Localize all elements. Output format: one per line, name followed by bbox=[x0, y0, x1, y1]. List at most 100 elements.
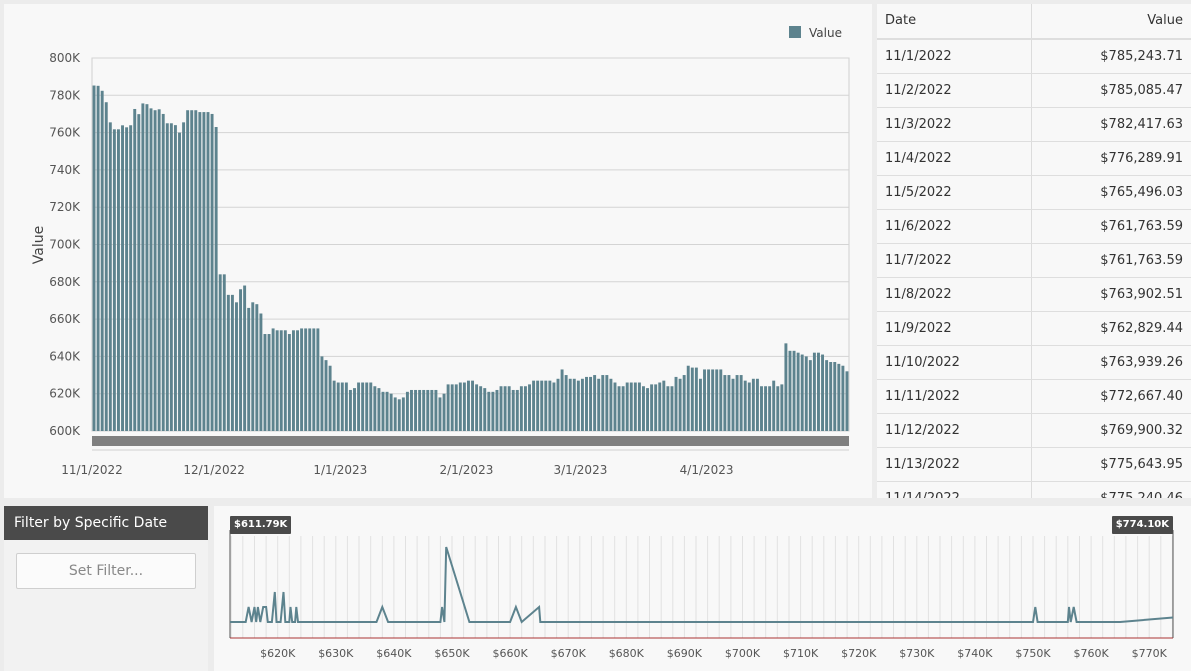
bar[interactable] bbox=[735, 375, 739, 431]
bar[interactable] bbox=[393, 397, 397, 431]
bar[interactable] bbox=[336, 382, 340, 431]
bar[interactable] bbox=[405, 391, 409, 431]
table-row[interactable]: 11/12/2022 $769,900.32 bbox=[877, 414, 1191, 448]
bar[interactable] bbox=[621, 386, 625, 431]
bar[interactable] bbox=[279, 330, 283, 431]
bar[interactable] bbox=[841, 365, 845, 431]
bar[interactable] bbox=[833, 362, 837, 431]
bar[interactable] bbox=[141, 103, 145, 432]
bar[interactable] bbox=[173, 125, 177, 431]
bar[interactable] bbox=[218, 274, 222, 431]
bar[interactable] bbox=[182, 122, 186, 431]
x-axis-scrollbar[interactable] bbox=[92, 436, 849, 446]
bar[interactable] bbox=[829, 362, 833, 431]
bar[interactable] bbox=[365, 382, 369, 431]
bar[interactable] bbox=[755, 378, 759, 431]
bar[interactable] bbox=[471, 380, 474, 431]
bar[interactable] bbox=[438, 397, 442, 431]
bar[interactable] bbox=[511, 389, 515, 431]
bar[interactable] bbox=[625, 382, 629, 431]
bar[interactable] bbox=[682, 375, 686, 431]
range-max-label[interactable]: $774.10K bbox=[1111, 516, 1173, 534]
bar[interactable] bbox=[487, 391, 491, 431]
bar[interactable] bbox=[251, 302, 255, 431]
bar[interactable] bbox=[580, 378, 584, 431]
bar[interactable] bbox=[800, 354, 804, 431]
bar[interactable] bbox=[357, 382, 361, 431]
table-row[interactable]: 11/2/2022 $785,085.47 bbox=[877, 74, 1191, 108]
table-row[interactable]: 11/8/2022 $763,902.51 bbox=[877, 278, 1191, 312]
bar[interactable] bbox=[397, 399, 401, 431]
bar[interactable] bbox=[308, 328, 312, 431]
bar[interactable] bbox=[548, 380, 552, 431]
bar[interactable] bbox=[743, 380, 747, 431]
bar[interactable] bbox=[389, 393, 393, 431]
bar[interactable] bbox=[585, 376, 588, 431]
bar[interactable] bbox=[92, 85, 96, 432]
bar[interactable] bbox=[169, 123, 173, 431]
legend-label[interactable]: Value bbox=[809, 26, 842, 40]
bar[interactable] bbox=[446, 384, 450, 432]
bar[interactable] bbox=[544, 380, 548, 431]
bar[interactable] bbox=[161, 113, 165, 431]
bar[interactable] bbox=[137, 114, 141, 431]
bar[interactable] bbox=[369, 382, 373, 431]
bar[interactable] bbox=[165, 123, 169, 431]
bar[interactable] bbox=[467, 380, 470, 431]
bar[interactable] bbox=[560, 369, 564, 431]
bar[interactable] bbox=[768, 386, 772, 431]
bar[interactable] bbox=[153, 110, 157, 431]
bar[interactable] bbox=[348, 389, 352, 431]
bar[interactable] bbox=[491, 391, 495, 431]
bar[interactable] bbox=[247, 307, 251, 431]
bar[interactable] bbox=[515, 389, 519, 431]
bar[interactable] bbox=[552, 382, 556, 431]
bar[interactable] bbox=[784, 343, 788, 431]
bar[interactable] bbox=[808, 360, 812, 431]
bar[interactable] bbox=[454, 384, 458, 432]
bar[interactable] bbox=[499, 386, 503, 431]
bar[interactable] bbox=[210, 113, 214, 431]
bar[interactable] bbox=[296, 330, 299, 431]
bar[interactable] bbox=[788, 350, 792, 431]
bar[interactable] bbox=[304, 328, 308, 431]
bar[interactable] bbox=[190, 110, 194, 431]
bar[interactable] bbox=[723, 375, 727, 431]
bar[interactable] bbox=[214, 127, 218, 431]
bar[interactable] bbox=[108, 122, 112, 431]
bar[interactable] bbox=[283, 330, 287, 431]
bar[interactable] bbox=[206, 112, 210, 431]
bar[interactable] bbox=[812, 352, 816, 431]
bar[interactable] bbox=[133, 108, 137, 431]
bar[interactable] bbox=[727, 375, 731, 431]
table-row[interactable]: 11/4/2022 $776,289.91 bbox=[877, 142, 1191, 176]
bar[interactable] bbox=[328, 365, 332, 431]
bar[interactable] bbox=[267, 334, 271, 431]
bar[interactable] bbox=[646, 388, 650, 431]
column-header-value[interactable]: Value bbox=[1032, 4, 1191, 38]
bar[interactable] bbox=[780, 384, 784, 432]
bar[interactable] bbox=[678, 378, 682, 431]
bar[interactable] bbox=[340, 382, 344, 431]
bar[interactable] bbox=[536, 380, 540, 431]
bar[interactable] bbox=[698, 378, 702, 431]
table-row[interactable]: 11/14/2022$775,240.46 bbox=[877, 482, 1191, 498]
bar[interactable] bbox=[125, 127, 129, 431]
bar[interactable] bbox=[540, 380, 544, 431]
bar[interactable] bbox=[658, 382, 662, 431]
bar[interactable] bbox=[226, 294, 230, 431]
bar[interactable] bbox=[116, 129, 120, 431]
bar[interactable] bbox=[495, 389, 499, 431]
bar[interactable] bbox=[617, 386, 621, 431]
bar[interactable] bbox=[186, 110, 190, 431]
table-row[interactable]: 11/1/2022 $785,243.71 bbox=[877, 40, 1191, 74]
bar[interactable] bbox=[198, 112, 202, 431]
bar[interactable] bbox=[312, 328, 316, 431]
bar[interactable] bbox=[300, 328, 304, 431]
bar[interactable] bbox=[100, 90, 104, 431]
bar[interactable] bbox=[434, 389, 438, 431]
bar[interactable] bbox=[605, 375, 609, 431]
bar[interactable] bbox=[332, 380, 336, 431]
bar[interactable] bbox=[112, 129, 116, 431]
bar[interactable] bbox=[121, 125, 124, 431]
